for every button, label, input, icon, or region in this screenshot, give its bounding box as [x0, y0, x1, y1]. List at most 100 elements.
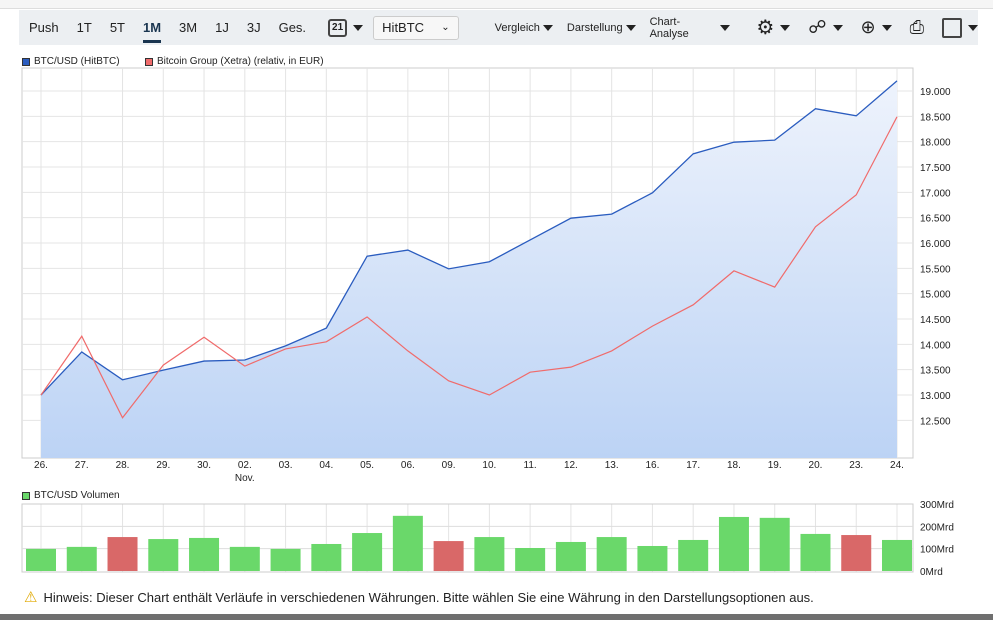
- range-tab-1m[interactable]: 1M: [142, 10, 162, 45]
- currency-note: ⚠ Hinweis: Dieser Chart enthält Verläufe …: [24, 588, 814, 606]
- volume-bar: [311, 543, 342, 571]
- x-tick-label: 30.: [197, 460, 211, 471]
- zoom-in-icon: ⊕: [860, 17, 876, 37]
- x-tick-label: 27.: [75, 460, 89, 471]
- chart-analysis-menu[interactable]: Chart-Analyse: [650, 16, 731, 40]
- y-tick-label: 14.000: [920, 340, 951, 351]
- y-tick-label: 13.500: [920, 366, 951, 377]
- y-tick-label: 18.500: [920, 112, 951, 123]
- nodes-icon: ☍: [808, 17, 827, 37]
- range-tab-1t[interactable]: 1T: [77, 10, 92, 45]
- save-icon: [942, 17, 962, 38]
- volume-bar: [841, 535, 872, 571]
- volume-bar: [515, 547, 546, 571]
- volume-bar: [882, 539, 912, 571]
- volume-bar: [596, 537, 627, 571]
- volume-bar: [392, 515, 423, 571]
- volume-bar: [229, 546, 260, 571]
- legend-swatch: [22, 57, 30, 66]
- x-tick-label: 24.: [890, 460, 904, 471]
- x-tick-label: 20.: [809, 460, 823, 471]
- y-tick-label: 13.000: [920, 391, 951, 402]
- menu-label: Vergleich: [494, 21, 540, 34]
- y-tick-label: 18.000: [920, 138, 951, 149]
- y-tick-label: 14.500: [920, 315, 951, 326]
- y-tick-label: 15.000: [920, 290, 951, 301]
- x-tick-label: 26.: [34, 460, 48, 471]
- save-button[interactable]: [942, 17, 978, 38]
- x-tick-label: 06.: [401, 460, 415, 471]
- volume-bar: [678, 539, 709, 571]
- y-tick-label: 19.000: [920, 87, 951, 98]
- volume-bar: [352, 533, 383, 571]
- volume-bar: [474, 537, 505, 571]
- volume-bar: [66, 546, 97, 571]
- y-tick-label: 15.500: [920, 264, 951, 275]
- range-tab-1j[interactable]: 1J: [215, 10, 229, 45]
- settings-button[interactable]: ⚙: [756, 15, 791, 40]
- x-tick-label: 17.: [686, 460, 700, 471]
- x-tick-label: 10.: [482, 460, 496, 471]
- legend-label: BTC/USD Volumen: [34, 490, 120, 501]
- price-chart[interactable]: 26. 27. 28. 29. 30. 02. 03. 04. 05. 06. 09. 10. 11. 1…: [0, 0, 993, 620]
- x-tick-label: 11.: [524, 460, 537, 471]
- volume-bar: [433, 541, 464, 571]
- volume-bar: [800, 533, 831, 571]
- legend-btc: BTC/USD (HitBTC): [22, 56, 120, 67]
- volume-bar: [26, 548, 56, 571]
- chevron-down-icon: ⌄: [441, 22, 450, 33]
- volume-bar: [148, 539, 179, 571]
- exchange-value: HitBTC: [382, 20, 425, 35]
- display-menu[interactable]: Darstellung: [567, 16, 636, 40]
- x-tick-label: 04.: [319, 460, 333, 471]
- gear-icon: ⚙: [756, 17, 775, 39]
- printer-icon: ⎙: [909, 17, 924, 37]
- x-tick-label: 13.: [605, 460, 619, 471]
- x-tick-label: 12.: [564, 460, 578, 471]
- volume-bar: [759, 517, 790, 571]
- legend-swatch: [145, 57, 153, 66]
- x-tick-label: 23.: [849, 460, 863, 471]
- zoom-button[interactable]: ⊕: [861, 17, 892, 38]
- vol-y-tick-label: 300Mrd: [920, 500, 954, 511]
- volume-bar: [718, 516, 749, 571]
- y-tick-label: 16.500: [920, 214, 951, 225]
- print-button[interactable]: ⎙: [910, 17, 924, 38]
- note-text: Hinweis: Dieser Chart enthält Verläufe i…: [43, 589, 814, 605]
- indicators-button[interactable]: ☍: [808, 17, 843, 38]
- vol-y-tick-label: 0Mrd: [920, 567, 943, 578]
- chart-toolbar: Push 1T 5T 1M 3M 1J 3J Ges. 21 HitBTC ⌄ Vergleic…: [19, 10, 978, 45]
- range-tab-ges[interactable]: Ges.: [279, 10, 306, 45]
- calendar-icon: 21: [328, 18, 348, 37]
- legend-label: BTC/USD (HitBTC): [34, 56, 120, 67]
- range-tab-5t[interactable]: 5T: [110, 10, 125, 45]
- y-tick-label: 17.000: [920, 188, 951, 199]
- x-tick-label: 03.: [279, 460, 293, 471]
- month-label: Nov.: [235, 473, 255, 484]
- x-tick-label: 19.: [768, 460, 782, 471]
- x-tick-label: 05.: [360, 460, 374, 471]
- vol-y-tick-label: 200Mrd: [920, 522, 954, 533]
- x-tick-label: 29.: [156, 460, 170, 471]
- warning-icon: ⚠: [24, 589, 38, 606]
- legend-label: Bitcoin Group (Xetra) (relativ, in EUR): [157, 56, 324, 67]
- volume-bar: [555, 541, 586, 571]
- y-tick-label: 12.500: [920, 416, 951, 427]
- legend-bitcoin-group: Bitcoin Group (Xetra) (relativ, in EUR): [145, 56, 324, 67]
- legend-swatch: [22, 491, 30, 500]
- range-tab-3j[interactable]: 3J: [247, 10, 261, 45]
- volume-bar: [189, 537, 220, 571]
- x-tick-label: 02.: [238, 460, 252, 471]
- range-tab-push[interactable]: Push: [29, 10, 59, 45]
- volume-bar: [270, 548, 301, 571]
- volume-bar: [107, 537, 138, 571]
- exchange-select[interactable]: HitBTC ⌄: [373, 15, 459, 40]
- x-tick-label: 28.: [116, 460, 130, 471]
- menu-label: Chart-Analyse: [649, 15, 689, 40]
- range-tab-3m[interactable]: 3M: [179, 10, 197, 45]
- menu-label: Darstellung: [566, 21, 623, 34]
- x-tick-label: 09.: [442, 460, 456, 471]
- compare-menu[interactable]: Vergleich: [495, 16, 553, 40]
- x-tick-label: 18.: [727, 460, 741, 471]
- calendar-button[interactable]: 21: [328, 18, 364, 37]
